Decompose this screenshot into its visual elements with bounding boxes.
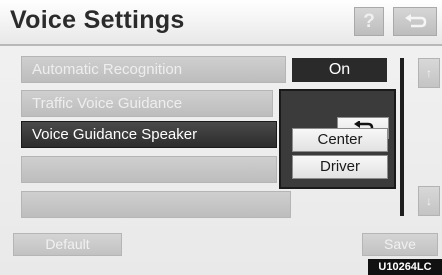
traffic-voice-guidance-row[interactable]: Traffic Voice Guidance	[21, 90, 273, 117]
center-option-button[interactable]: Center	[292, 128, 388, 152]
default-button[interactable]: Default	[13, 233, 122, 256]
back-button[interactable]	[393, 7, 437, 36]
voice-guidance-speaker-row[interactable]: Voice Guidance Speaker	[21, 121, 277, 148]
automatic-recognition-label: Automatic Recognition	[32, 61, 183, 78]
page-title: Voice Settings	[10, 6, 185, 34]
empty-row	[21, 156, 277, 183]
help-button[interactable]: ?	[354, 7, 384, 36]
scrollbar-track[interactable]	[400, 58, 404, 216]
speaker-options-popup: Center Driver	[279, 89, 396, 189]
return-arrow-icon	[405, 13, 427, 27]
voice-settings-screen: Voice Settings ? Automatic Recognition O…	[0, 0, 442, 275]
scroll-down-button[interactable]: ↓	[418, 186, 440, 216]
driver-option-button[interactable]: Driver	[292, 155, 388, 179]
scroll-up-icon: ↑	[426, 66, 432, 80]
scroll-up-button[interactable]: ↑	[418, 58, 440, 88]
empty-row	[21, 191, 291, 218]
title-bar: Voice Settings ?	[0, 0, 442, 46]
traffic-voice-guidance-label: Traffic Voice Guidance	[32, 95, 183, 112]
automatic-recognition-row[interactable]: Automatic Recognition	[21, 56, 286, 83]
image-code-label: U10264LC	[368, 259, 442, 275]
save-button[interactable]: Save	[362, 233, 438, 256]
automatic-recognition-value[interactable]: On	[292, 58, 387, 82]
voice-guidance-speaker-label: Voice Guidance Speaker	[32, 126, 198, 143]
scroll-down-icon: ↓	[426, 194, 432, 208]
